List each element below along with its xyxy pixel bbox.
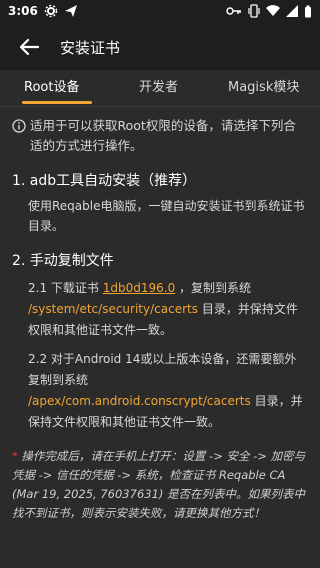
battery-icon <box>305 5 311 17</box>
main-content: 适用于可以获取Root权限的设备，请选择下列合适的方式进行操作。 1. adb工… <box>0 106 320 523</box>
note-star: * <box>12 449 18 463</box>
section-adb-title: 1. adb工具自动安装（推荐） <box>12 173 197 189</box>
intro-text: 适用于可以获取Root权限的设备，请选择下列合适的方式进行操作。 <box>30 118 296 153</box>
tab-root-device[interactable]: Root设备 <box>24 76 79 95</box>
intro-row: 适用于可以获取Root权限的设备，请选择下列合适的方式进行操作。 <box>12 116 308 156</box>
step-2-1-middle: ，复制到系统 <box>179 281 252 295</box>
key-icon <box>226 7 241 15</box>
app-bar: 安装证书 <box>0 24 320 70</box>
info-icon <box>12 119 26 133</box>
wifi-icon <box>266 5 280 17</box>
status-bar: 3:06 <box>0 0 320 24</box>
vibrate-icon <box>248 4 260 18</box>
tab-developer[interactable]: 开发者 <box>139 76 178 95</box>
status-time: 3:06 <box>8 4 38 18</box>
step-2-1: 2.1 下载证书 1db0d196.0 ，复制到系统 /system/etc/s… <box>12 278 308 341</box>
back-arrow-icon[interactable] <box>16 34 42 60</box>
tab-bar: Root设备 开发者 Magisk模块 <box>0 70 320 107</box>
note-text: 操作完成后，请在手机上打开：设置 -> 安全 -> 加密与凭据 -> 信任的凭据… <box>12 449 306 520</box>
send-icon <box>65 5 77 17</box>
apex-cacerts-path: /apex/com.android.conscrypt/cacerts <box>28 394 251 408</box>
section-manual-title: 2. 手动复制文件 <box>12 253 114 269</box>
status-left-icons <box>44 4 78 18</box>
tab-indicator <box>22 101 92 104</box>
gear-icon <box>44 4 58 18</box>
section-adb-body: 使用Reqable电脑版，一键自动安装证书到系统证书目录。 <box>28 199 305 233</box>
step-2-2: 2.2 对于Android 14或以上版本设备，还需要额外复制到系统 /apex… <box>12 349 308 433</box>
cert-download-link[interactable]: 1db0d196.0 <box>103 281 175 295</box>
system-cacerts-path: /system/etc/security/cacerts <box>28 302 198 316</box>
tab-magisk-module[interactable]: Magisk模块 <box>228 76 299 95</box>
bottom-bar <box>0 552 320 568</box>
step-2-1-prefix: 2.1 下载证书 <box>28 281 99 295</box>
page-title: 安装证书 <box>60 39 121 57</box>
signal-icon <box>286 5 298 17</box>
step-2-2-prefix: 2.2 对于Android 14或以上版本设备，还需要额外复制到系统 <box>28 352 297 387</box>
status-right-icons <box>226 4 312 18</box>
note: * 操作完成后，请在手机上打开：设置 -> 安全 -> 加密与凭据 -> 信任的… <box>12 447 308 523</box>
